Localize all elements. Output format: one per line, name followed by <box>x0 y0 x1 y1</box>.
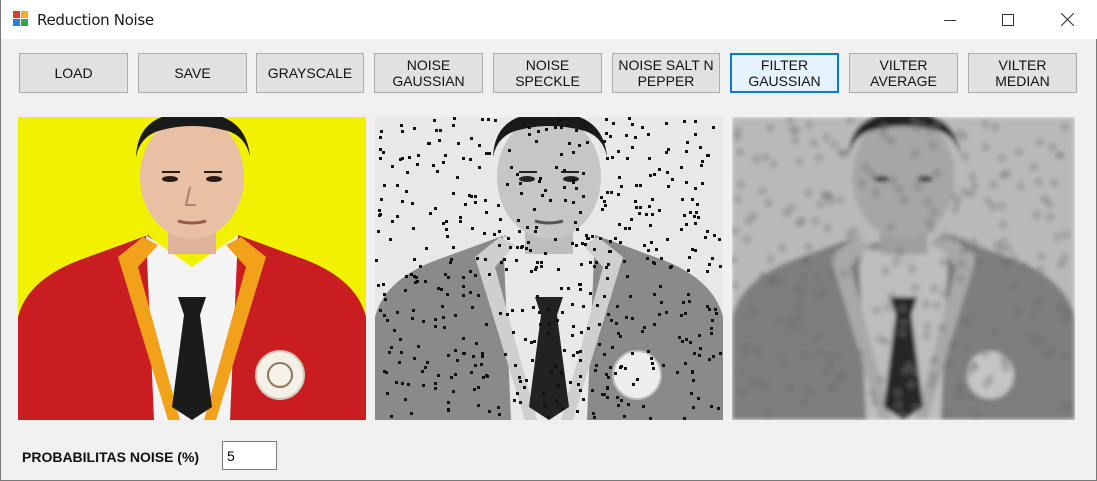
vilter-median-button[interactable]: VILTER MEDIAN <box>968 53 1077 93</box>
vilter-average-button[interactable]: VILTER AVERAGE <box>849 53 958 93</box>
noise-speckle-button[interactable]: NOISE SPECKLE <box>493 53 602 93</box>
close-icon <box>1060 13 1074 26</box>
original-portrait-image <box>18 117 366 420</box>
window-title: Reduction Noise <box>37 11 154 29</box>
minimize-button[interactable] <box>921 0 979 39</box>
maximize-button[interactable] <box>979 0 1037 39</box>
noise-probability-input[interactable] <box>222 441 277 470</box>
title-bar[interactable]: Reduction Noise <box>1 0 1097 39</box>
app-icon <box>13 11 30 28</box>
save-button[interactable]: SAVE <box>138 53 247 93</box>
noise-probability-label: PROBABILITAS NOISE (%) <box>22 449 200 465</box>
original-image-picturebox <box>18 117 366 420</box>
close-button[interactable] <box>1038 0 1096 39</box>
noise-gaussian-button[interactable]: NOISE GAUSSIAN <box>374 53 483 93</box>
noisy-portrait-image <box>375 117 723 420</box>
filtered-image-picturebox <box>732 117 1075 420</box>
grayscale-button[interactable]: GRAYSCALE <box>256 53 364 93</box>
filter-gaussian-button[interactable]: FILTER GAUSSIAN <box>730 53 839 93</box>
minimize-icon <box>944 19 956 21</box>
app-window: Reduction Noise LOAD SAVE GRAYSCALE NOIS… <box>0 0 1097 481</box>
maximize-icon <box>1002 13 1014 26</box>
noisy-image-picturebox <box>375 117 723 420</box>
load-button[interactable]: LOAD <box>19 53 128 93</box>
filtered-portrait-image <box>732 117 1075 420</box>
noise-salt-pepper-button[interactable]: NOISE SALT N PEPPER <box>612 53 720 93</box>
